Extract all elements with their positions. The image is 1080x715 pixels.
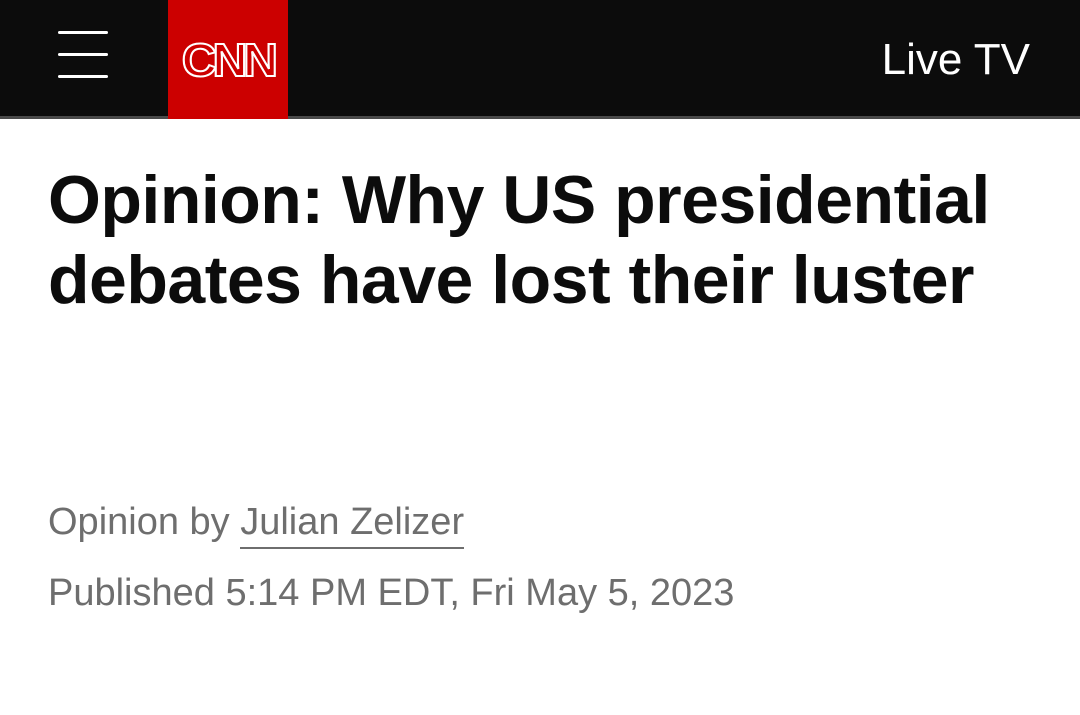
menu-line [58, 53, 108, 56]
byline: Opinion by Julian Zelizer [48, 500, 465, 549]
top-nav-bar: CNN Live TV [0, 0, 1080, 119]
article-headline: Opinion: Why US presidential debates hav… [48, 162, 990, 318]
cnn-logo[interactable]: CNN [168, 0, 288, 119]
menu-line [58, 31, 108, 34]
byline-prefix: Opinion by [48, 501, 230, 543]
author-link[interactable]: Julian Zelizer [240, 501, 465, 549]
live-tv-link[interactable]: Live TV [882, 36, 1030, 84]
cnn-logo-text: CNN [181, 33, 279, 86]
hamburger-menu-icon[interactable] [50, 26, 116, 86]
menu-line [58, 75, 108, 78]
published-timestamp: Published 5:14 PM EDT, Fri May 5, 2023 [48, 572, 735, 614]
